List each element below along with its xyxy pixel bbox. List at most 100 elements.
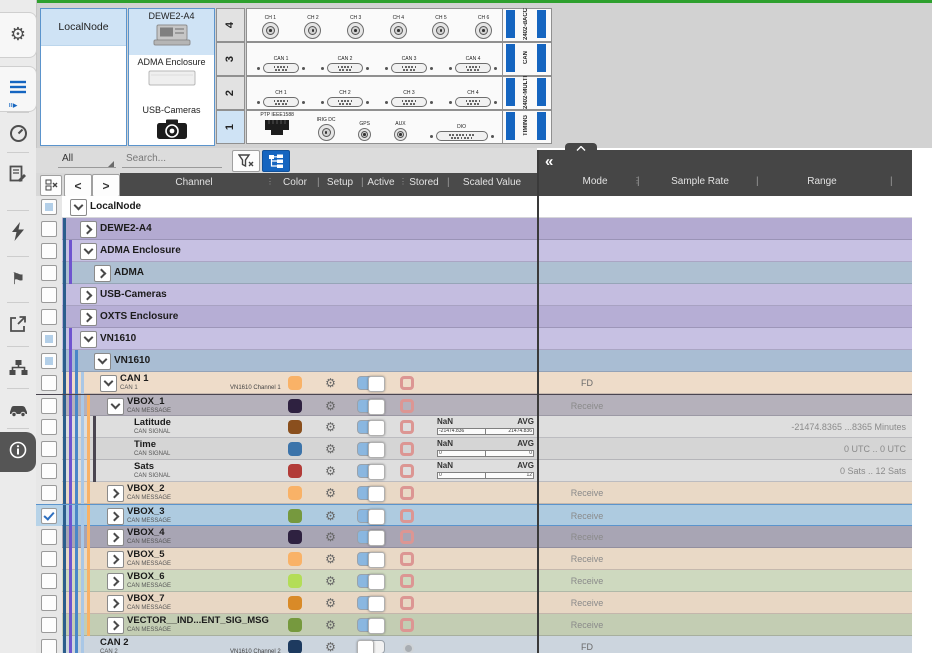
nav-next-button[interactable]: >: [92, 174, 120, 197]
table-row[interactable]: OXTS Enclosure: [36, 306, 912, 328]
active-toggle[interactable]: [357, 574, 385, 588]
column-header-scaled-value[interactable]: Scaled Value: [463, 177, 521, 188]
color-swatch[interactable]: [288, 552, 302, 566]
device-card-adma-enclosure[interactable]: ADMA Enclosure: [129, 55, 214, 103]
table-row[interactable]: ADMA: [36, 262, 912, 284]
stored-indicator[interactable]: [400, 618, 414, 632]
sidebar-item-topology[interactable]: [0, 350, 36, 390]
collapse-panel-button[interactable]: «: [545, 153, 553, 170]
search-input[interactable]: Search...: [126, 153, 166, 164]
table-row[interactable]: LocalNode: [36, 196, 912, 218]
setup-gear-button[interactable]: ⚙: [324, 548, 337, 570]
active-toggle[interactable]: [357, 530, 385, 544]
sidebar-item-export[interactable]: [0, 306, 36, 346]
color-swatch[interactable]: [288, 464, 302, 478]
expander-collapsed[interactable]: [107, 573, 124, 590]
table-row[interactable]: TimeCAN SIGNAL⚙NaNAVG000 UTC .. 0 UTC: [36, 438, 912, 460]
panel-collapse-notch[interactable]: [565, 143, 597, 153]
expander-collapsed[interactable]: [80, 221, 97, 238]
table-row[interactable]: VECTOR__IND...ENT_SIG_MSGCAN MESSAGE⚙Rec…: [36, 614, 912, 636]
active-toggle[interactable]: [357, 376, 385, 390]
table-row[interactable]: CAN 2CAN 2VN1610 Channel 2⚙FD: [36, 636, 912, 653]
active-toggle[interactable]: [357, 509, 385, 523]
row-checkbox[interactable]: [41, 463, 57, 479]
device-card-dewe2-a4[interactable]: DEWE2-A4: [129, 9, 214, 55]
table-row[interactable]: VBOX_1CAN MESSAGE⚙Receive: [36, 394, 912, 416]
row-checkbox[interactable]: [41, 331, 57, 347]
row-checkbox[interactable]: [41, 529, 57, 545]
color-swatch[interactable]: [288, 420, 302, 434]
setup-gear-button[interactable]: ⚙: [324, 505, 337, 527]
sidebar-item-settings[interactable]: ⚙: [0, 12, 37, 58]
row-checkbox[interactable]: [41, 398, 57, 414]
column-separator[interactable]: ⋮: [399, 177, 407, 186]
table-row[interactable]: VBOX_3CAN MESSAGE⚙Receive: [36, 504, 912, 526]
column-select-button[interactable]: [40, 175, 62, 196]
expander-collapsed[interactable]: [107, 617, 124, 634]
expander-expanded[interactable]: [100, 375, 117, 392]
expander-expanded[interactable]: [107, 398, 124, 415]
column-header-setup[interactable]: Setup: [327, 177, 353, 188]
setup-gear-button[interactable]: ⚙: [324, 416, 337, 438]
row-checkbox[interactable]: [41, 639, 57, 653]
expander-expanded[interactable]: [94, 353, 111, 370]
active-toggle[interactable]: [357, 442, 385, 456]
expander-expanded[interactable]: [80, 331, 97, 348]
setup-gear-button[interactable]: ⚙: [324, 460, 337, 482]
active-toggle[interactable]: [357, 420, 385, 434]
table-row[interactable]: VBOX_2CAN MESSAGE⚙Receive: [36, 482, 912, 504]
expander-expanded[interactable]: [70, 199, 87, 216]
row-checkbox[interactable]: [41, 199, 57, 215]
table-row[interactable]: USB-Cameras: [36, 284, 912, 306]
tree-view-button[interactable]: [262, 150, 290, 172]
row-checkbox[interactable]: [41, 551, 57, 567]
expander-collapsed[interactable]: [107, 551, 124, 568]
sidebar-item-trigger[interactable]: [0, 214, 36, 254]
sidebar-item-vehicle[interactable]: [0, 392, 36, 432]
column-separator[interactable]: |: [637, 176, 640, 187]
color-swatch[interactable]: [288, 596, 302, 610]
row-checkbox[interactable]: [41, 617, 57, 633]
color-swatch[interactable]: [288, 640, 302, 653]
table-row[interactable]: DEWE2-A4: [36, 218, 912, 240]
stored-indicator[interactable]: [400, 376, 414, 390]
table-row[interactable]: VBOX_4CAN MESSAGE⚙Receive: [36, 526, 912, 548]
stored-indicator[interactable]: [400, 464, 414, 478]
color-swatch[interactable]: [288, 442, 302, 456]
device-card-usb-cameras[interactable]: USB-Cameras: [129, 103, 214, 143]
expander-collapsed[interactable]: [107, 508, 124, 525]
row-checkbox[interactable]: [41, 353, 57, 369]
setup-gear-button[interactable]: ⚙: [324, 592, 337, 614]
row-checkbox[interactable]: [41, 309, 57, 325]
setup-gear-button[interactable]: ⚙: [324, 570, 337, 592]
slot-4[interactable]: 4: [216, 8, 245, 42]
sidebar-item-markers[interactable]: ⚑: [0, 260, 36, 300]
setup-gear-button[interactable]: ⚙: [324, 438, 337, 460]
column-header-color[interactable]: Color: [283, 177, 307, 188]
column-header-range[interactable]: Range: [807, 176, 836, 187]
table-row[interactable]: VBOX_5CAN MESSAGE⚙Receive: [36, 548, 912, 570]
column-separator[interactable]: ⋮: [266, 177, 274, 186]
color-swatch[interactable]: [288, 618, 302, 632]
row-checkbox[interactable]: [41, 265, 57, 281]
row-checkbox[interactable]: [41, 375, 57, 391]
active-toggle[interactable]: [357, 486, 385, 500]
table-row[interactable]: VN1610: [36, 350, 912, 372]
stored-indicator[interactable]: [400, 552, 414, 566]
row-checkbox[interactable]: [41, 485, 57, 501]
stored-indicator[interactable]: [400, 442, 414, 456]
row-checkbox[interactable]: [41, 508, 57, 524]
table-row[interactable]: ADMA Enclosure: [36, 240, 912, 262]
sidebar-item-measurement[interactable]: [0, 116, 36, 156]
stored-indicator[interactable]: [400, 420, 414, 434]
sidebar-item-system-info[interactable]: [0, 432, 36, 472]
table-row[interactable]: LatitudeCAN SIGNAL⚙NaNAVG-21474.83621474…: [36, 416, 912, 438]
stored-indicator-disabled[interactable]: [403, 643, 414, 653]
color-swatch[interactable]: [288, 486, 302, 500]
row-checkbox[interactable]: [41, 243, 57, 259]
active-toggle[interactable]: [357, 640, 385, 653]
color-swatch[interactable]: [288, 574, 302, 588]
slot-3[interactable]: 3: [216, 42, 245, 76]
active-toggle[interactable]: [357, 399, 385, 413]
column-header-channel[interactable]: Channel: [175, 177, 212, 188]
